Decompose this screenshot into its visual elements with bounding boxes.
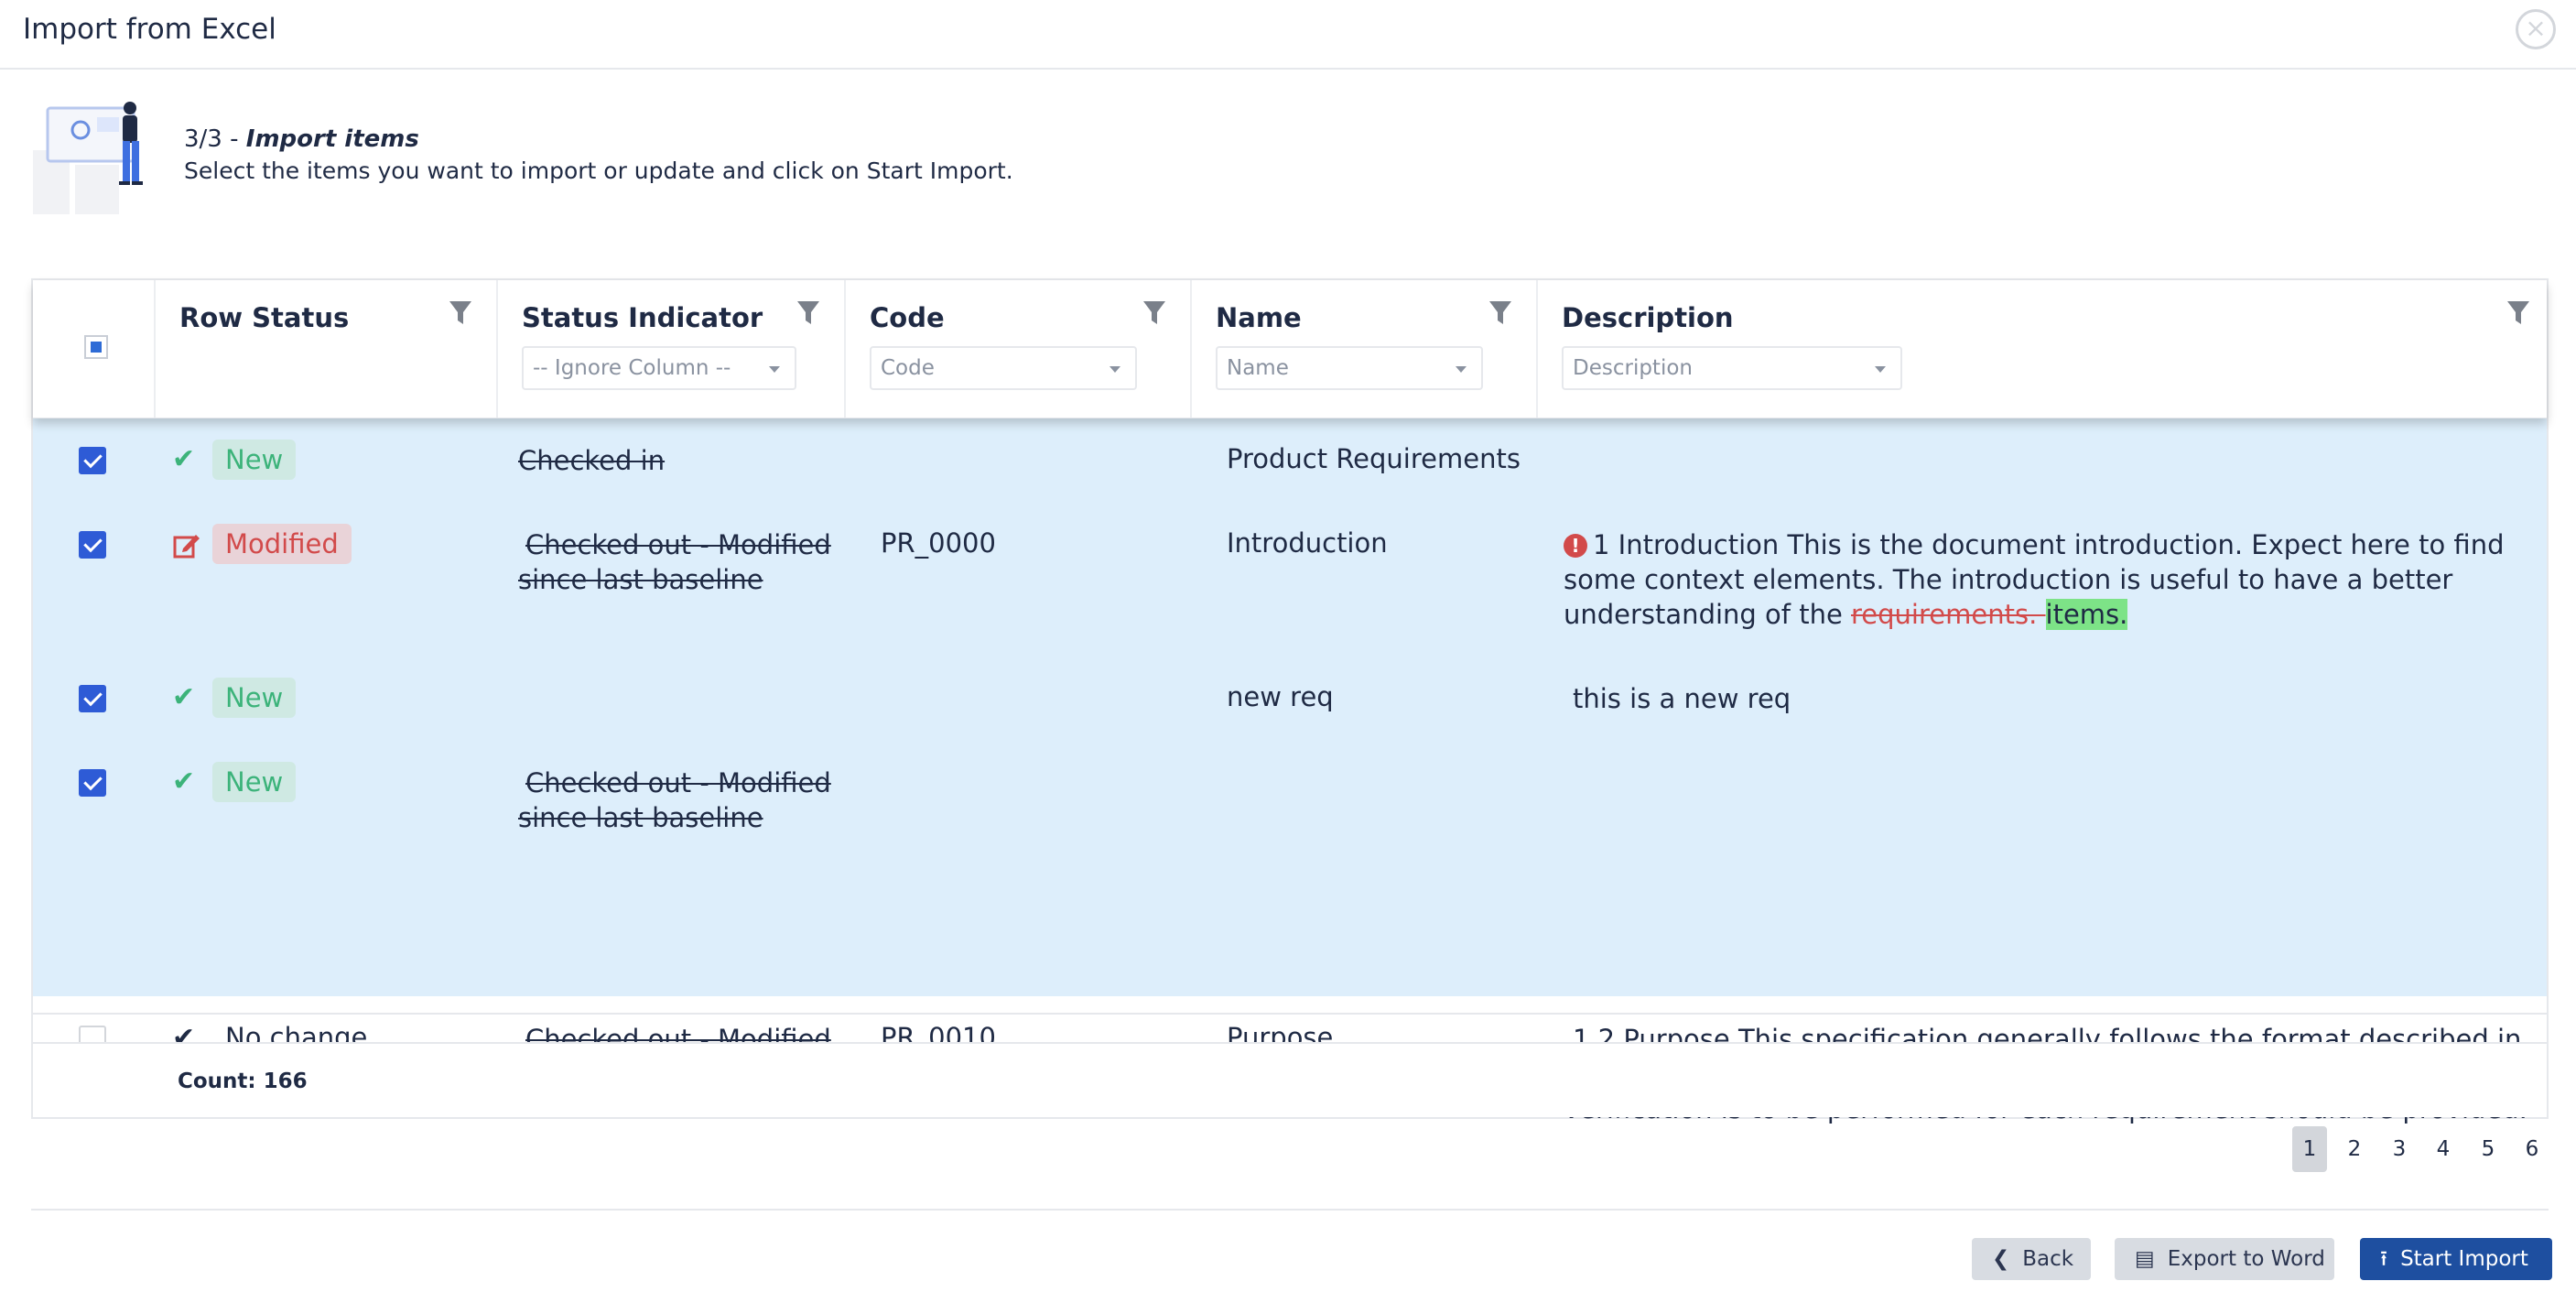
wizard-instruction: Select the items you want to import or u… [184,157,1013,184]
name-mapping-dropdown[interactable]: Name [1216,346,1483,390]
caret-down-icon [1875,366,1886,373]
code-cell: PR_0000 [881,527,996,559]
status-badge: New [212,762,297,802]
import-grid: Row Status Status Indicator -- Ignore Co… [31,278,2549,1124]
column-label-status-indicator: Status Indicator [522,302,763,333]
caret-down-icon [1456,366,1467,373]
filter-icon[interactable] [796,300,820,326]
filter-icon[interactable] [1142,300,1166,326]
column-row-status: Row Status [156,280,498,418]
caret-down-icon [769,366,780,373]
column-description: Description Description [1538,280,2547,418]
column-label-description: Description [1562,302,1734,333]
chevron-left-icon: ❮ [1992,1247,2010,1271]
start-import-button[interactable]: ⭱ Start Import [2360,1238,2552,1280]
check-icon: ✔ [172,765,196,798]
page-3[interactable]: 3 [2382,1126,2417,1172]
column-label-row-status: Row Status [179,302,350,333]
column-code: Code Code [846,280,1192,418]
back-button[interactable]: ❮ Back [1972,1238,2091,1280]
name-cell: Product Requirements [1227,443,1521,474]
grid-header: Row Status Status Indicator -- Ignore Co… [33,280,2547,418]
row-divider [33,1013,2547,1015]
step-number: 3/3 - [184,125,246,153]
back-label: Back [2022,1247,2074,1271]
filter-icon[interactable] [2506,300,2530,326]
step-title: Import items [245,125,419,153]
filter-icon[interactable] [1488,300,1512,326]
dropdown-value: -- Ignore Column -- [533,356,731,380]
upload-icon: ⭱ [2380,1247,2388,1271]
start-import-label: Start Import [2400,1247,2528,1271]
column-status-indicator: Status Indicator -- Ignore Column -- [498,280,846,418]
dialog-titlebar: Import from Excel × [0,0,2576,70]
page-2[interactable]: 2 [2337,1126,2372,1172]
page-1[interactable]: 1 [2292,1126,2327,1172]
page-6[interactable]: 6 [2515,1126,2549,1172]
page-4[interactable]: 4 [2426,1126,2461,1172]
status-indicator-text: Checked out - Modified since last baseli… [518,529,831,595]
check-icon: ✔ [172,681,196,713]
wizard-step: 3/3 - Import items [184,125,419,153]
row-checkbox[interactable] [79,769,106,797]
export-to-word-button[interactable]: ▤ Export to Word [2115,1238,2334,1280]
description-deleted-text: requirements. [1851,599,2046,630]
status-indicator-text: Checked out - Modified since last baseli… [518,767,831,833]
description-cell: ! 1 Introduction This is the document int… [1564,527,2534,632]
word-icon: ▤ [2135,1247,2155,1271]
edit-icon [173,535,200,559]
footer-separator [31,1209,2549,1211]
status-badge: Modified [212,524,352,564]
description-inserted-text: items. [2045,599,2128,630]
name-cell: Introduction [1227,527,1388,559]
description-cell: this is a new req [1573,683,1791,714]
description-mapping-dropdown[interactable]: Description [1562,346,1902,390]
status-badge: New [212,678,297,718]
column-label-name: Name [1216,302,1302,333]
name-cell: new req [1227,681,1334,712]
dropdown-value: Code [881,356,935,380]
count-label: Count: 166 [178,1069,308,1093]
page-5[interactable]: 5 [2471,1126,2506,1172]
row-checkbox[interactable] [79,447,106,474]
close-icon[interactable]: × [2516,9,2556,49]
column-name: Name Name [1192,280,1538,418]
check-icon: ✔ [172,443,196,475]
header-select-cell [33,280,156,418]
export-label: Export to Word [2167,1247,2325,1271]
dropdown-value: Description [1573,356,1693,380]
grid-footer: Count: 166 [33,1044,2547,1117]
error-icon: ! [1564,534,1587,558]
row-checkbox[interactable] [79,685,106,712]
status-indicator-text: Checked in [518,445,666,476]
status-indicator-mapping-dropdown[interactable]: -- Ignore Column -- [522,346,796,390]
filter-icon[interactable] [449,300,472,326]
import-illustration [31,95,165,216]
status-badge: New [212,440,297,480]
code-mapping-dropdown[interactable]: Code [870,346,1137,390]
column-label-code: Code [870,302,945,333]
dropdown-value: Name [1227,356,1289,380]
select-all-checkbox[interactable] [84,335,108,359]
dialog-title: Import from Excel [23,13,276,46]
caret-down-icon [1109,366,1120,373]
selected-rows-block: ✔ New Checked in Product Requirements Mo… [33,418,2547,996]
row-checkbox[interactable] [79,531,106,559]
